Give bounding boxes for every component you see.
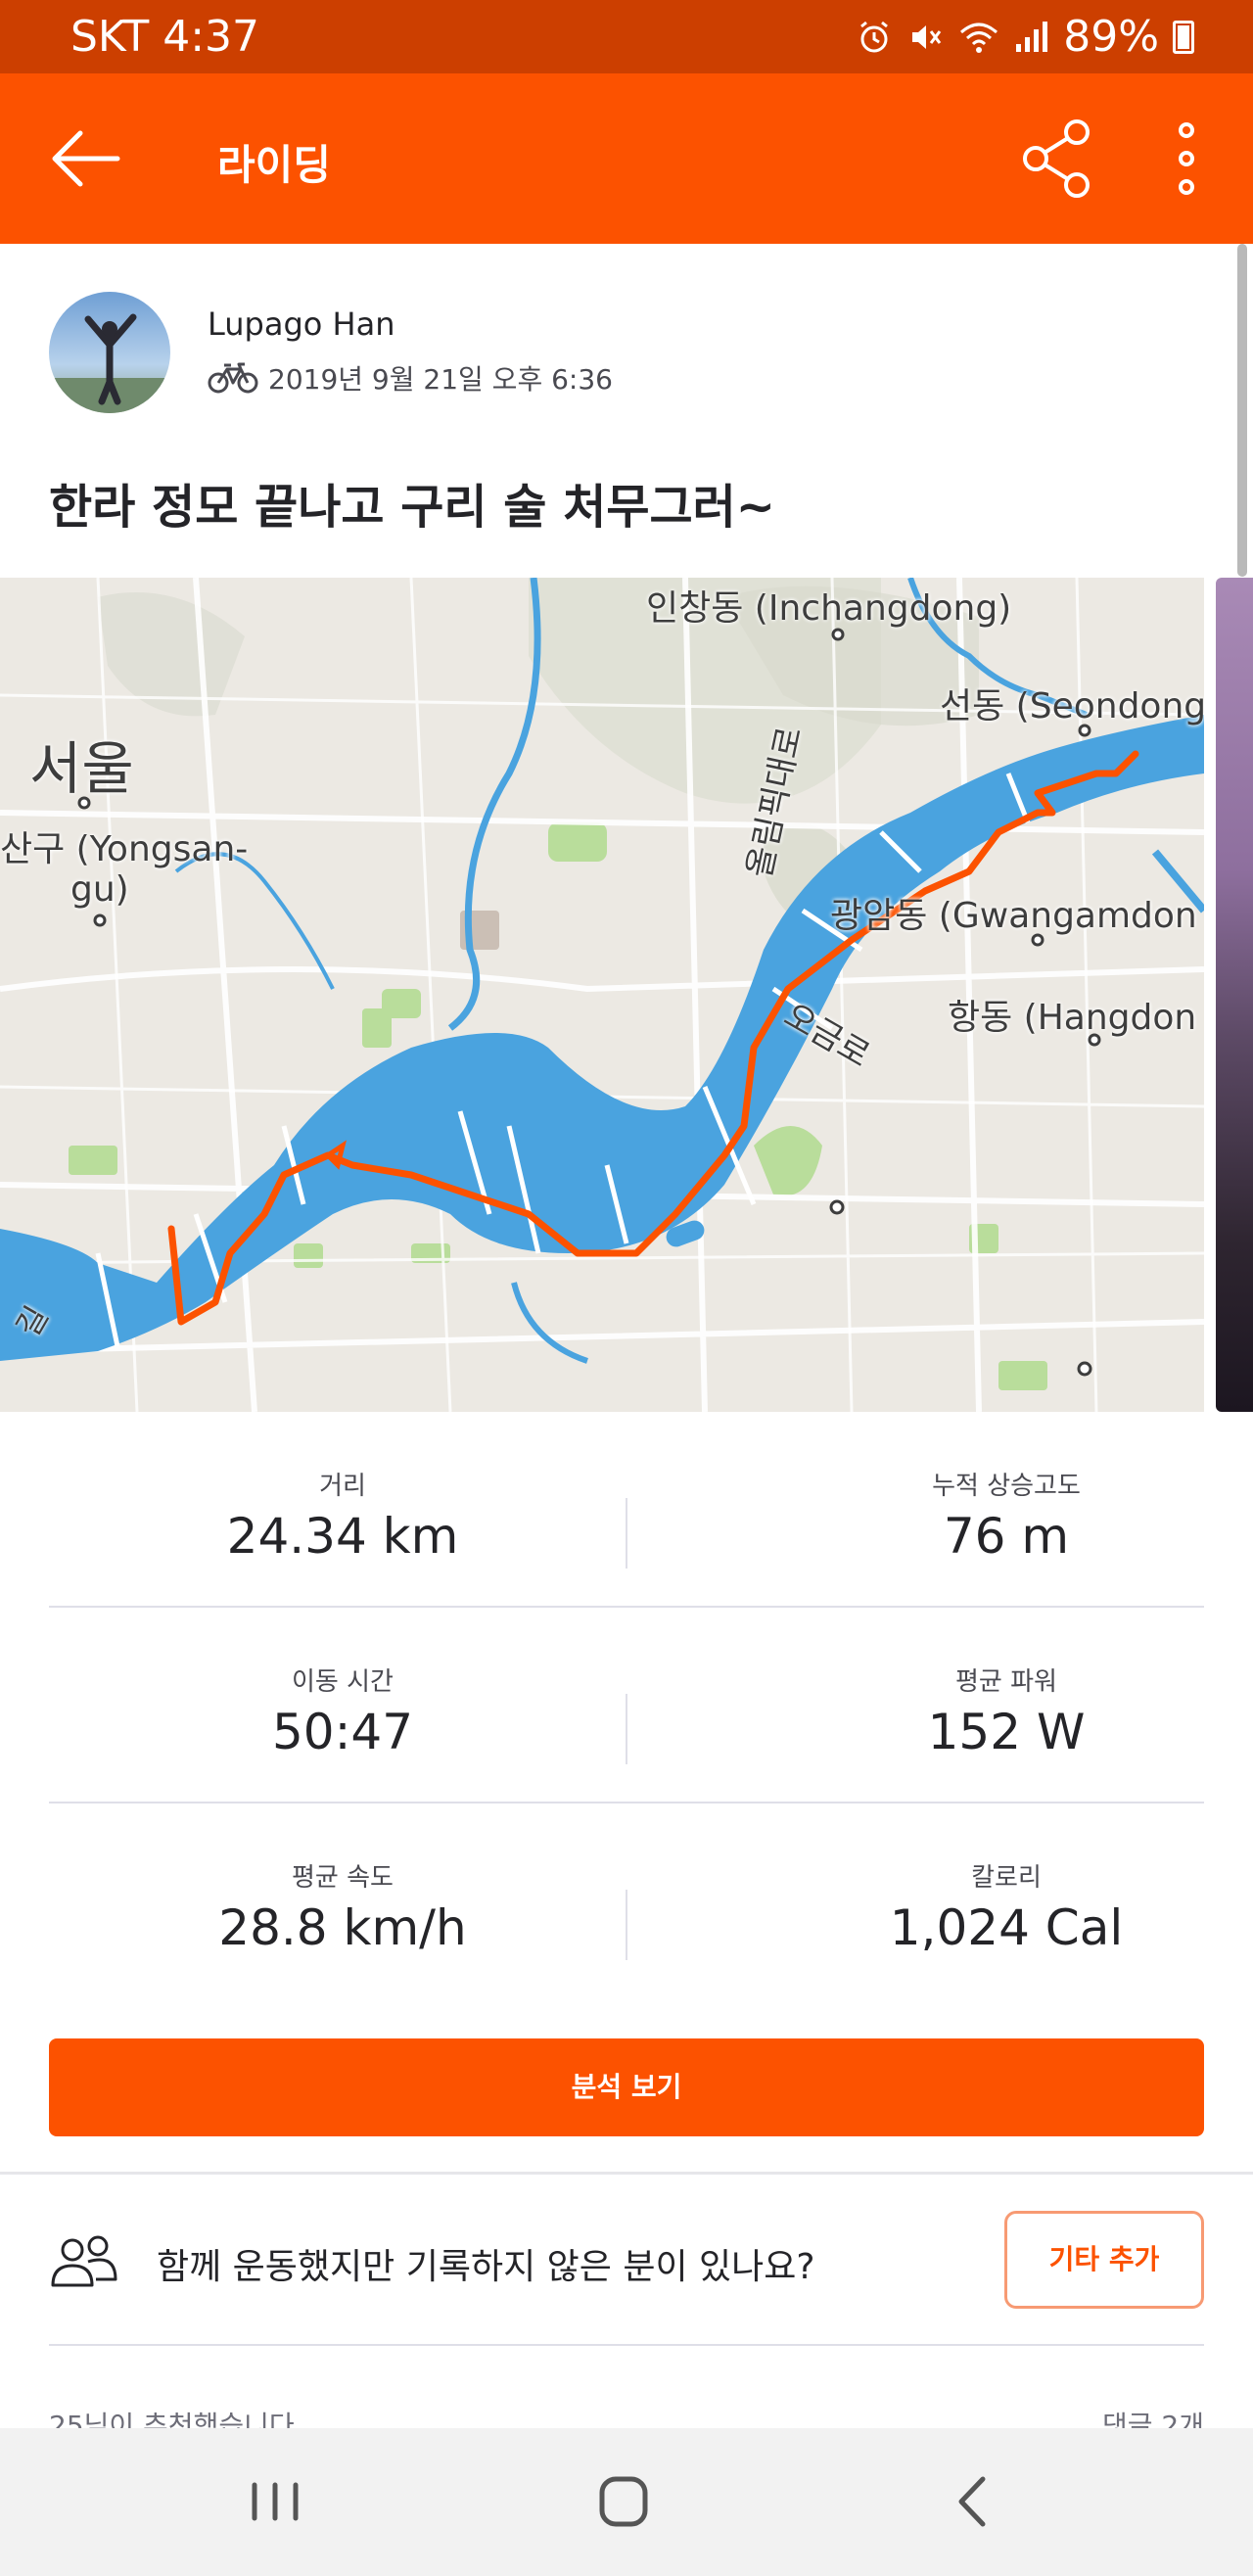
stat-value: 28.8 km/h (218, 1899, 467, 1956)
mute-icon (912, 24, 942, 49)
stat-value: 24.34 km (226, 1508, 459, 1565)
recent-apps-icon[interactable] (231, 2467, 319, 2536)
athlete-name[interactable]: Lupago Han (208, 305, 394, 343)
stat-value: 1,024 Cal (889, 1899, 1124, 1956)
stat-average-power: 평균 파워 152 W (762, 1608, 1251, 1760)
route-map[interactable]: 인창동 (Inchangdong) 선동 (Seondong 서울 산구 (Yo… (0, 578, 1204, 1412)
back-arrow-icon[interactable] (47, 124, 125, 193)
group-prompt: 함께 운동했지만 기록하지 않은 분이 있나요? (157, 2247, 815, 2287)
stats-row: 평균 속도 28.8 km/h 칼로리 1,024 Cal (49, 1803, 1204, 1999)
app-bar: 라이딩 (0, 73, 1253, 244)
stat-value: 152 W (927, 1704, 1086, 1760)
carrier-time: SKT 4:37 (70, 12, 260, 62)
stat-label: 칼로리 (971, 1863, 1042, 1893)
ride-meta: 2019년 9월 21일 오후 6:36 (208, 358, 613, 398)
map-label-hangdong: 항동 (Hangdon (948, 998, 1197, 1038)
stat-calories: 칼로리 1,024 Cal (762, 1803, 1251, 1956)
stat-divider (626, 1498, 627, 1569)
map-label-seoul: 서울 (29, 735, 134, 802)
activity-screen: SKT 4:37 89% 라이딩 Lupago Han 2019년 9월 21일… (0, 0, 1253, 2576)
stat-label: 거리 (319, 1472, 366, 1501)
group-icon (51, 2235, 117, 2287)
map-label-seondong: 선동 (Seondong (940, 686, 1204, 726)
stat-divider (626, 1890, 627, 1960)
more-vertical-icon[interactable] (1159, 117, 1214, 201)
stat-divider (626, 1694, 627, 1764)
bicycle-icon (208, 362, 258, 394)
map-label-yongsan: 산구 (Yongsan- (0, 829, 249, 869)
map-label-gu: gu) (70, 869, 129, 910)
page-title: 라이딩 (217, 141, 331, 189)
home-icon[interactable] (580, 2467, 668, 2536)
stat-value: 76 m (943, 1508, 1070, 1565)
add-others-button[interactable]: 기타 추가 (1004, 2211, 1204, 2309)
stat-label: 누적 상승고도 (932, 1472, 1081, 1501)
stat-elevation-gain: 누적 상승고도 76 m (762, 1412, 1251, 1565)
map-place-dot (1088, 1033, 1101, 1047)
map-label-gwangamdong: 광암동 (Gwangamdon (830, 896, 1197, 936)
alarm-icon (860, 21, 889, 52)
map-place-dot (1078, 724, 1091, 737)
activity-date: 2019년 9월 21일 오후 6:36 (268, 363, 613, 396)
wifi-icon (960, 23, 998, 53)
system-nav-bar (0, 2428, 1253, 2576)
battery-level: 89% (1063, 12, 1159, 62)
map-place-dot (77, 796, 91, 810)
stats-grid: 거리 24.34 km 누적 상승고도 76 m 이동 시간 50:47 평균 … (49, 1412, 1204, 1999)
scroll-indicator[interactable] (1237, 244, 1247, 577)
share-icon[interactable] (1018, 117, 1096, 201)
stats-row: 거리 24.34 km 누적 상승고도 76 m (49, 1412, 1204, 1608)
map-label-inchangdong: 인창동 (Inchangdong) (646, 588, 1012, 629)
section-divider (0, 2172, 1253, 2175)
stat-value: 50:47 (271, 1704, 414, 1760)
stat-moving-time: 이동 시간 50:47 (98, 1608, 587, 1760)
avatar[interactable] (49, 292, 170, 413)
stat-label: 평균 파워 (955, 1667, 1057, 1697)
stat-label: 이동 시간 (292, 1667, 394, 1697)
map-place-dot (831, 628, 845, 641)
status-bar: SKT 4:37 89% (0, 0, 1253, 73)
stat-label: 평균 속도 (292, 1863, 394, 1893)
photo-preview[interactable] (1216, 578, 1253, 1412)
battery-icon (1173, 20, 1194, 54)
activity-title: 한라 정모 끝나고 구리 술 처무그러~ (49, 480, 776, 535)
back-icon[interactable] (930, 2467, 1018, 2536)
signal-icon (1016, 21, 1048, 52)
view-analysis-button[interactable]: 분석 보기 (49, 2038, 1204, 2136)
section-divider (49, 2344, 1204, 2346)
status-icons: 89% (856, 12, 1194, 62)
stat-distance: 거리 24.34 km (98, 1412, 587, 1565)
stat-average-speed: 평균 속도 28.8 km/h (98, 1803, 587, 1956)
stats-row: 이동 시간 50:47 평균 파워 152 W (49, 1608, 1204, 1803)
map-place-dot (1031, 933, 1044, 947)
map-place-dot (93, 913, 107, 927)
